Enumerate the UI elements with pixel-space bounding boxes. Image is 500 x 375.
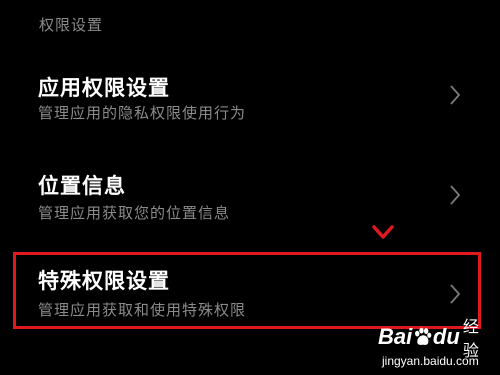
watermark-brand-left: Bai: [378, 324, 413, 349]
item-subtitle: 管理应用的隐私权限使用行为: [38, 104, 247, 122]
chevron-right-icon: [450, 85, 461, 105]
section-header: 权限设置: [39, 16, 104, 34]
item-title: 位置信息: [38, 174, 126, 198]
list-item-location-info[interactable]: 位置信息 管理应用获取您的位置信息: [0, 162, 500, 242]
baidu-jingyan-watermark: Bai du 经验 jingyan.baidu.com: [372, 317, 490, 371]
highlight-box: [13, 252, 481, 329]
item-subtitle: 管理应用获取您的位置信息: [38, 204, 231, 222]
list-item-app-permissions[interactable]: 应用权限设置 管理应用的隐私权限使用行为: [0, 62, 500, 142]
item-title: 应用权限设置: [38, 76, 170, 100]
baidu-paw-icon: [415, 327, 432, 345]
watermark-url: jingyan.baidu.com: [382, 354, 479, 368]
down-arrow-marker-icon: [372, 225, 394, 239]
watermark-brand-right: du: [432, 324, 460, 349]
chevron-right-icon: [450, 185, 461, 205]
